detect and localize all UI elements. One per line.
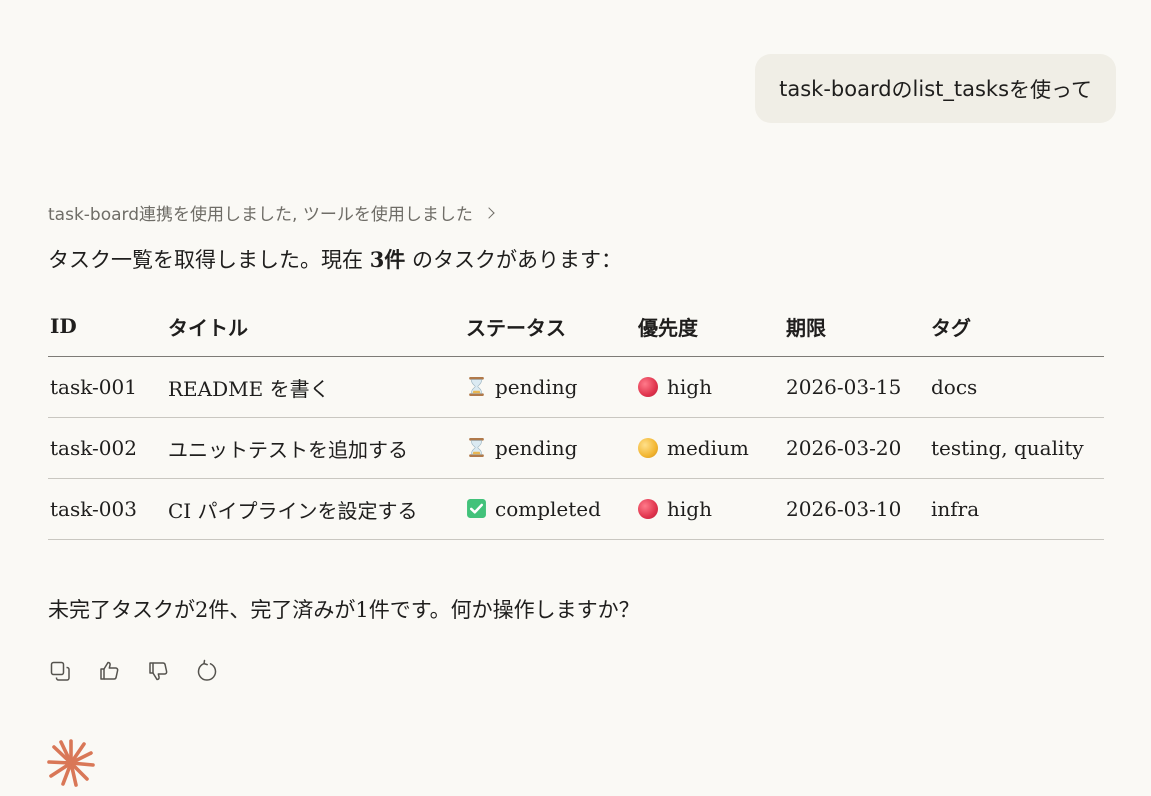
status-label: pending [495, 436, 578, 460]
user-message-suffix: を使って [1009, 77, 1092, 102]
priority-label: high [667, 375, 712, 399]
intro-after: のタスクがあります： [405, 248, 622, 272]
header-due: 期限 [784, 296, 929, 357]
retry-icon [197, 659, 217, 681]
cell-status: pending [464, 417, 636, 479]
priority-label: medium [667, 436, 749, 460]
task-count: 3件 [369, 247, 406, 272]
retry-button[interactable] [194, 658, 220, 684]
table-header-row: ID タイトル ステータス 優先度 期限 タグ [48, 296, 1104, 357]
cell-due: 2026-03-20 [784, 417, 929, 479]
cell-tags: testing, quality [929, 417, 1104, 479]
tool-usage-label: task-board連携を使用しました, ツールを使用しました [48, 205, 473, 225]
cell-title: ユニットテストを追加する [166, 417, 464, 479]
cell-status: completed [464, 478, 636, 540]
spark-logo-icon [47, 739, 95, 787]
hourglass-icon [469, 377, 484, 396]
thumbs-up-icon [100, 661, 119, 680]
red-circle-icon [638, 499, 658, 519]
cell-id: task-001 [48, 356, 166, 418]
yellow-circle-icon [638, 438, 658, 458]
claude-logo [46, 738, 96, 792]
user-message-tool: list_tasks [912, 76, 1010, 101]
user-message-bubble: task-board の list_tasks を使って [755, 54, 1116, 123]
cell-status: pending [464, 356, 636, 418]
red-circle-icon [638, 377, 658, 397]
cell-id: task-002 [48, 417, 166, 479]
cell-tags: infra [929, 478, 1104, 540]
table-row: task-002 ユニットテストを追加する pending medium 202… [48, 417, 1104, 479]
chevron-right-icon [483, 206, 495, 219]
cell-tags: docs [929, 356, 1104, 418]
user-message-part: の [891, 77, 913, 102]
check-mark-icon [467, 499, 486, 518]
status-label: pending [495, 375, 578, 399]
header-status: ステータス [464, 296, 636, 357]
tool-usage-summary[interactable]: task-board連携を使用しました, ツールを使用しました [48, 200, 495, 225]
cell-title: README を書く [166, 356, 464, 418]
thumbs-down-icon [149, 662, 168, 681]
cell-title: CI パイプラインを設定する [166, 478, 464, 540]
cell-priority: high [636, 478, 784, 540]
thumbs-up-button[interactable] [96, 658, 122, 684]
copy-button[interactable] [47, 658, 73, 684]
copy-icon [50, 661, 70, 681]
header-title: タイトル [166, 296, 464, 357]
table-row: task-001 README を書く pending high 2026-03… [48, 356, 1104, 418]
cell-priority: high [636, 356, 784, 418]
message-actions [47, 658, 220, 684]
assistant-outro-text: 未完了タスクが2件、完了済みが1件です。何か操作しますか？ [48, 598, 640, 622]
table-row: task-003 CI パイプラインを設定する completed high 2… [48, 478, 1104, 540]
header-tags: タグ [929, 296, 1104, 357]
status-label: completed [495, 497, 601, 521]
cell-priority: medium [636, 417, 784, 479]
priority-label: high [667, 497, 712, 521]
cell-due: 2026-03-15 [784, 356, 929, 418]
assistant-intro-text: タスク一覧を取得しました。現在 3件 のタスクがあります： [48, 244, 622, 274]
task-table: ID タイトル ステータス 優先度 期限 タグ task-001 README … [48, 296, 1104, 540]
intro-before: タスク一覧を取得しました。現在 [48, 248, 370, 272]
thumbs-down-button[interactable] [145, 658, 171, 684]
hourglass-icon [469, 438, 484, 457]
cell-id: task-003 [48, 478, 166, 540]
user-message-prefix: task-board [779, 76, 892, 101]
header-priority: 優先度 [636, 296, 784, 357]
cell-due: 2026-03-10 [784, 478, 929, 540]
header-id: ID [48, 296, 166, 357]
